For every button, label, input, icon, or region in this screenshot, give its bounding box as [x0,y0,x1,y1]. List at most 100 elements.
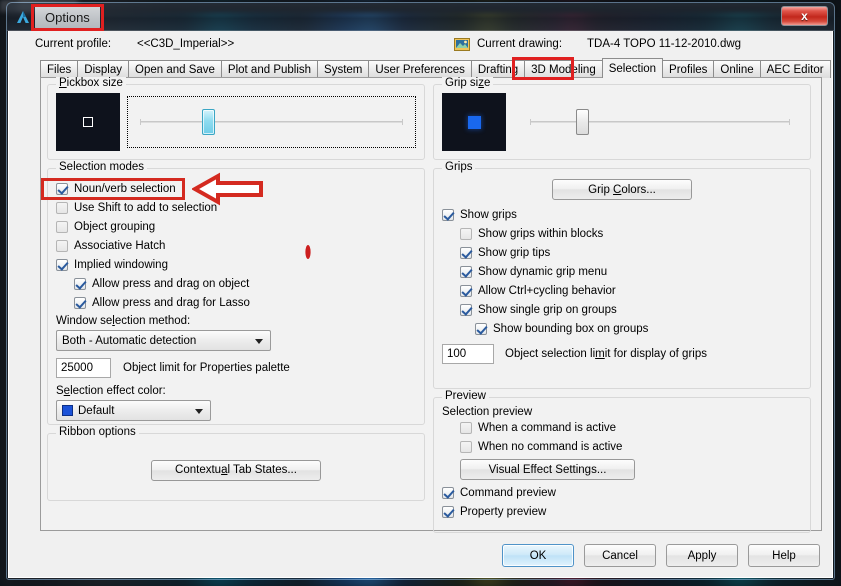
checkbox-unchecked-icon[interactable] [56,220,68,233]
pickbox-slider-thumb[interactable] [202,109,216,135]
checkbox-row-allow-press-and-drag-on-object[interactable]: Allow press and drag on object [56,274,416,293]
tab-drafting[interactable]: Drafting [470,60,526,78]
window-title-text: Options [45,9,90,25]
grip-size-legend: Grip size [442,77,494,89]
checkbox-label: Implied windowing [74,258,168,271]
grips-group: Grips Grip Colors... Show grips Show grip… [433,161,811,389]
grip-colors-button[interactable]: Grip Colors... [552,179,692,200]
checkbox-row-show-dynamic-grip-menu[interactable]: Show dynamic grip menu [442,262,802,281]
checkbox-row-show-bounding-box-on-groups[interactable]: Show bounding box on groups [442,319,802,338]
tab-display[interactable]: Display [77,60,129,78]
tab-selection[interactable]: Selection [601,58,664,78]
checkbox-checked-icon[interactable] [460,246,472,259]
checkbox-checked-icon[interactable] [442,208,454,221]
checkbox-label: Show grip tips [478,246,551,259]
tab-system[interactable]: System [317,60,370,78]
current-profile-value: <<C3D_Imperial>> [137,38,235,50]
current-drawing-value: TDA-4 TOPO 11-12-2010.dwg [587,38,742,50]
checkbox-checked-icon[interactable] [56,258,68,271]
checkbox-label: Command preview [460,486,556,499]
visual-effect-settings-button[interactable]: Visual Effect Settings... [460,459,635,480]
checkbox-unchecked-icon[interactable] [56,239,68,252]
object-limit-label: Object limit for Properties palette [123,362,290,374]
checkbox-checked-icon[interactable] [442,505,454,518]
checkbox-row-use-shift-to-add-to-selection[interactable]: Use Shift to add to selection [56,198,416,217]
selection-modes-legend: Selection modes [56,161,148,173]
checkbox-checked-icon[interactable] [74,277,86,290]
grip-slider-thumb[interactable] [576,109,589,135]
checkbox-label: When a command is active [478,421,617,434]
checkbox-row-show-single-grip-on-groups[interactable]: Show single grip on groups [442,300,802,319]
contextual-tab-states-button[interactable]: Contextual Tab States... [151,459,321,481]
tab-profiles[interactable]: Profiles [662,60,715,78]
grip-selection-limit-input[interactable]: 100 [442,344,494,364]
tab-open-and-save[interactable]: Open and Save [128,60,222,78]
checkbox-row-associative-hatch[interactable]: Associative Hatch [56,236,416,255]
grip-slider-track [530,119,790,125]
checkbox-unchecked-icon[interactable] [460,227,472,240]
tab-label: Display [84,63,122,76]
cancel-button[interactable]: Cancel [584,544,656,567]
checkbox-unchecked-icon[interactable] [460,421,472,434]
tab-label: Selection [608,62,657,75]
selection-effect-color-combo[interactable]: Default [56,400,211,421]
tab-user-preferences[interactable]: User Preferences [368,60,472,78]
tab-label: Open and Save [135,63,215,76]
button-label: Apply [687,549,717,562]
grip-colors-label: Grip Colors... [588,183,656,196]
checkbox-unchecked-icon[interactable] [56,201,68,214]
checkbox-label: Show bounding box on groups [493,322,649,335]
checkbox-checked-icon[interactable] [460,284,472,297]
checkbox-label: Show grips within blocks [478,227,604,240]
right-column: Grip size Grips Grip Colors... Show grip… [433,77,811,541]
checkbox-checked-icon[interactable] [460,265,472,278]
tab-aec-editor[interactable]: AEC Editor [759,60,831,78]
tab-online[interactable]: Online [713,60,761,78]
help-button[interactable]: Help [748,544,820,567]
checkbox-row-command-preview[interactable]: Command preview [442,483,802,502]
checkbox-checked-icon[interactable] [74,296,86,309]
tab-strip: Files Display Open and Save Plot and Publis… [40,58,831,78]
checkbox-row-show-grips[interactable]: Show grips [442,205,802,224]
checkbox-checked-icon[interactable] [56,182,68,195]
apply-button[interactable]: Apply [666,544,738,567]
checkbox-row-when-a-command-is-active[interactable]: When a command is active [442,418,802,437]
pickbox-size-slider[interactable] [127,96,416,148]
checkbox-row-show-grips-within-blocks[interactable]: Show grips within blocks [442,224,802,243]
checkbox-checked-icon[interactable] [460,303,472,316]
checkbox-checked-icon[interactable] [475,322,487,335]
checkbox-row-allow-press-and-drag-for-lasso[interactable]: Allow press and drag for Lasso [56,293,416,312]
tab-files[interactable]: Files [40,60,79,78]
pickbox-preview [56,93,120,151]
checkbox-row-object-grouping[interactable]: Object grouping [56,217,416,236]
checkbox-label: When no command is active [478,440,623,453]
selection-effect-color-value: Default [78,404,115,417]
checkbox-row-property-preview[interactable]: Property preview [442,502,802,521]
window-selection-method-combo[interactable]: Both - Automatic detection [56,330,271,351]
tab-label: Drafting [477,63,519,76]
ribbon-options-legend: Ribbon options [56,426,139,438]
effect-color-label: Selection effect color: [56,385,166,397]
grip-size-slider[interactable] [518,96,802,148]
tab-3d-modeling[interactable]: 3D Modeling [524,60,603,78]
preview-legend: Preview [442,390,489,402]
checkbox-checked-icon[interactable] [442,486,454,499]
object-limit-input[interactable]: 25000 [56,358,111,378]
color-swatch-icon [62,405,73,416]
pickbox-size-legend: Pickbox size [56,77,126,89]
tab-plot-and-publish[interactable]: Plot and Publish [220,60,319,78]
preview-checkbox-list-2: Command preview Property preview [442,483,802,521]
checkbox-row-show-grip-tips[interactable]: Show grip tips [442,243,802,262]
checkbox-label: Show grips [460,208,517,221]
checkbox-unchecked-icon[interactable] [460,440,472,453]
profile-row: Current profile: <<C3D_Imperial>> Curren… [9,35,832,55]
checkbox-row-noun-verb-selection[interactable]: Noun/verb selection [56,179,416,198]
checkbox-row-implied-windowing[interactable]: Implied windowing [56,255,416,274]
ok-button[interactable]: OK [502,544,574,567]
close-button[interactable]: x [781,6,828,26]
checkbox-label: Property preview [460,505,547,518]
checkbox-row-when-no-command-is-active[interactable]: When no command is active [442,437,802,456]
title-bar: Options x [7,3,834,31]
checkbox-row-allow-ctrl-cycling-behavior[interactable]: Allow Ctrl+cycling behavior [442,281,802,300]
current-drawing-label: Current drawing: [477,38,563,50]
